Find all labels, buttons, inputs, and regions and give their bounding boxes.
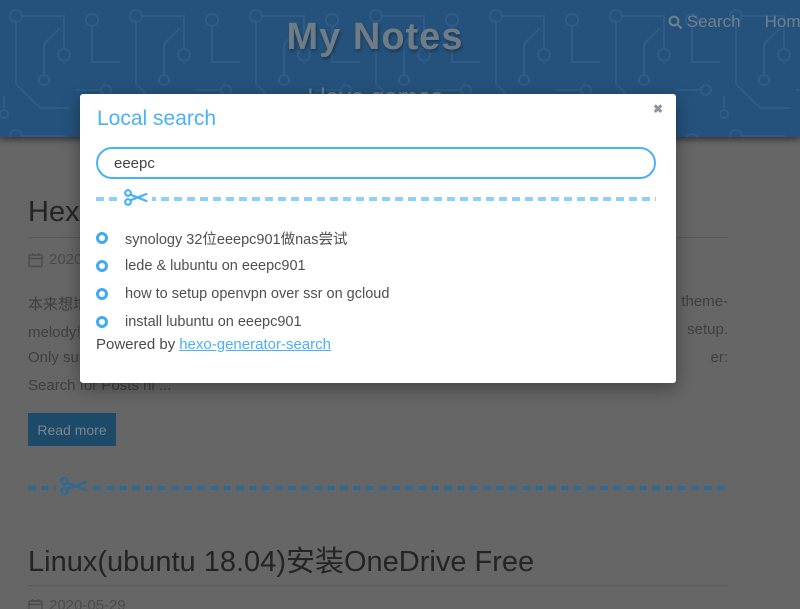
calendar-icon — [28, 598, 43, 609]
search-result-item[interactable]: how to setup openvpn over ssr on gcloud — [96, 280, 656, 308]
scissors-icon — [120, 188, 152, 212]
excerpt-fragment-right: er: — [710, 349, 728, 366]
circle-bullet-icon — [96, 288, 108, 300]
modal-title: Local search — [97, 107, 216, 131]
search-icon — [668, 15, 683, 30]
nav-home-label: Home — [765, 12, 800, 32]
circle-bullet-icon — [96, 232, 108, 244]
excerpt-fragment-left: 本来想增 — [28, 293, 88, 314]
post2-title-divider — [28, 585, 728, 586]
post2-date: 2020-05-29 — [28, 597, 126, 609]
search-result-item[interactable]: synology 32位eeepc901做nas尝试 — [96, 224, 656, 252]
local-search-modal: Local search ✖ synology 32位eeepc901做nas尝… — [80, 94, 676, 383]
nav-search-label: Search — [687, 12, 741, 32]
result-link: install lubuntu on eeepc901 — [125, 314, 302, 330]
post2-date-text: 2020-05-29 — [49, 597, 126, 609]
post1-title[interactable]: Hex — [28, 196, 80, 229]
calendar-icon — [28, 252, 43, 268]
excerpt-fragment-right: theme- — [681, 293, 728, 314]
nav-search-link[interactable]: Search — [668, 12, 741, 32]
hexo-generator-search-link[interactable]: hexo-generator-search — [179, 336, 331, 353]
search-result-item[interactable]: lede & lubuntu on eeepc901 — [96, 252, 656, 280]
scissors-icon — [56, 475, 92, 502]
header-nav: Search Home — [668, 12, 800, 32]
result-link: lede & lubuntu on eeepc901 — [125, 258, 306, 274]
result-link: how to setup openvpn over ssr on gcloud — [125, 286, 389, 302]
post-separator-dashed-line — [28, 486, 728, 490]
powered-by-text: Powered by — [96, 336, 175, 353]
nav-home-link[interactable]: Home — [765, 12, 800, 32]
circle-bullet-icon — [96, 260, 108, 272]
excerpt-fragment-left: Only sup — [28, 349, 87, 366]
search-result-item[interactable]: install lubuntu on eeepc901 — [96, 308, 656, 336]
site-title: My Notes — [0, 16, 750, 59]
close-icon[interactable]: ✖ — [653, 103, 663, 115]
result-link: synology 32位eeepc901做nas尝试 — [125, 228, 347, 249]
results-dashed-divider — [96, 197, 656, 201]
page: My Notes I love games Search Home Hex 20… — [0, 0, 800, 609]
read-more-button[interactable]: Read more — [28, 413, 116, 446]
circle-bullet-icon — [96, 316, 108, 328]
excerpt-fragment-right: setup. — [687, 321, 728, 342]
post1-date: 2020- — [28, 251, 87, 268]
powered-by-line: Powered byhexo-generator-search — [96, 336, 331, 353]
search-input[interactable] — [96, 147, 656, 179]
post2-title[interactable]: Linux(ubuntu 18.04)安装OneDrive Free — [28, 538, 534, 580]
